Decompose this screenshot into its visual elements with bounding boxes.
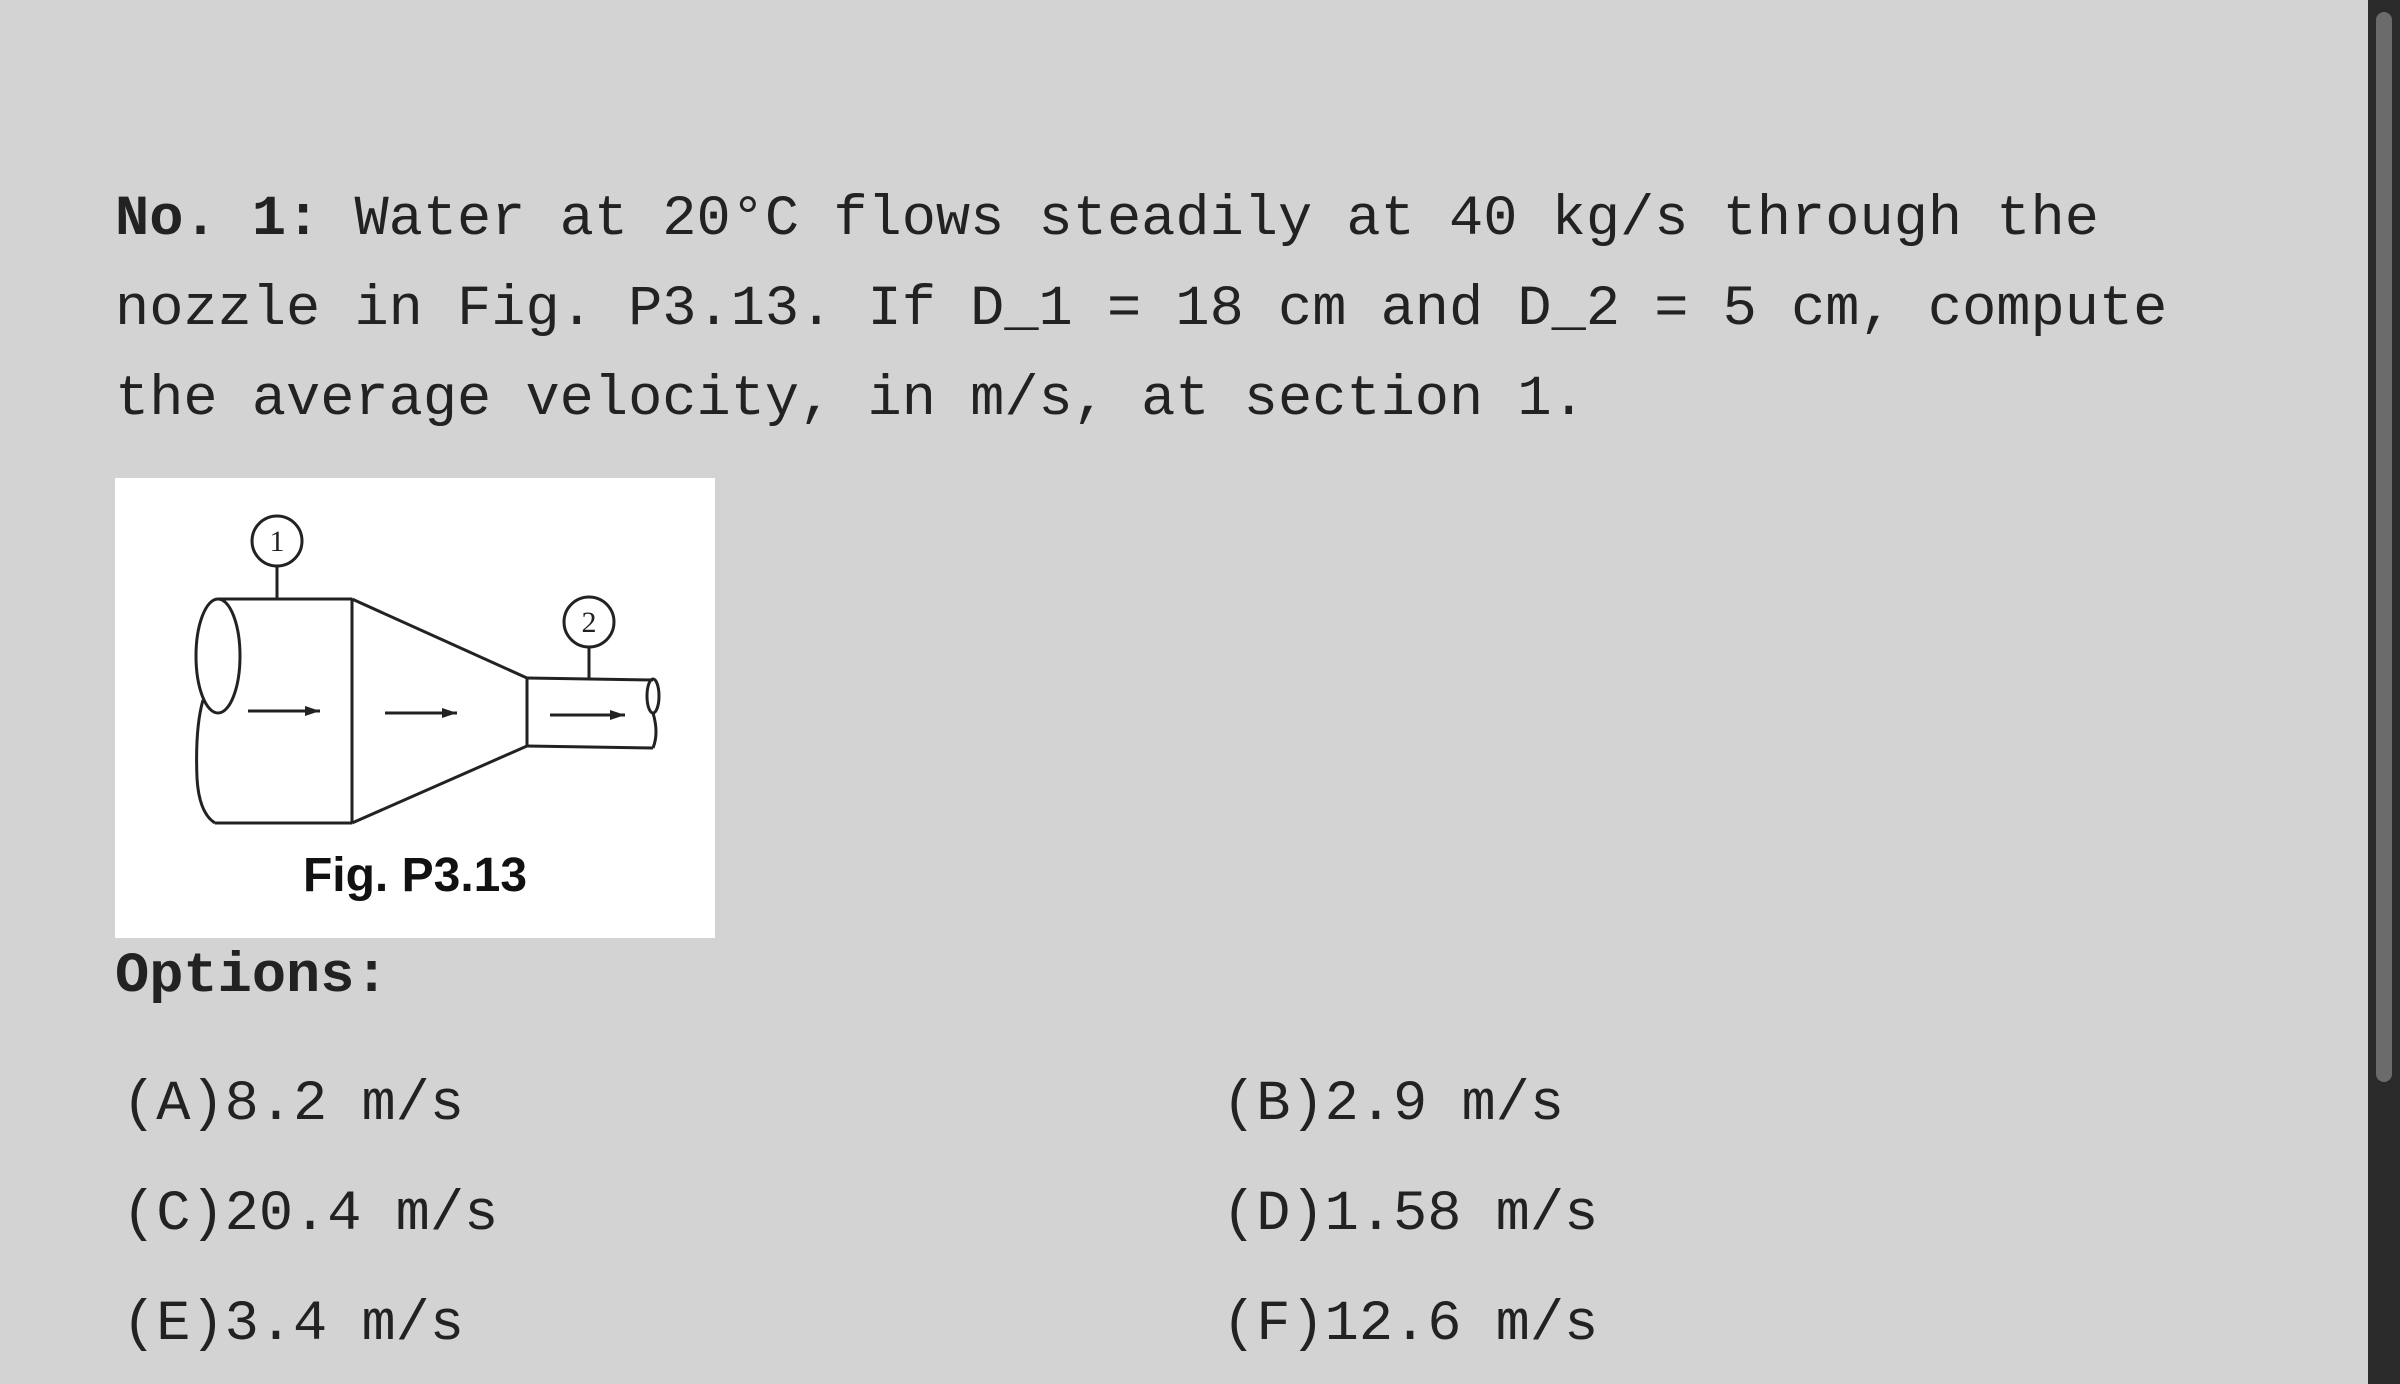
section-2-label: 2 xyxy=(582,606,597,639)
section-1-label: 1 xyxy=(270,525,285,558)
option-letter: (D) xyxy=(1222,1183,1325,1247)
option-letter: (E) xyxy=(122,1293,225,1357)
option-text: 12.6 m/s xyxy=(1324,1293,1599,1357)
figure-caption: Fig. P3.13 xyxy=(302,849,528,902)
scrollbar-thumb[interactable] xyxy=(2376,12,2392,1082)
question-body: Water at 20°C flows steadily at 40 kg/s … xyxy=(115,188,2202,432)
option-a[interactable]: (A)8.2 m/s xyxy=(122,1070,464,1140)
option-letter: (F) xyxy=(1222,1293,1325,1357)
nozzle-figure: 1 2 Fig. P3.13 xyxy=(115,478,715,938)
question-text: No. 1: Water at 20°C flows steadily at 4… xyxy=(115,175,2295,445)
option-text: 8.2 m/s xyxy=(224,1073,465,1137)
option-c[interactable]: (C)20.4 m/s xyxy=(122,1180,498,1250)
vertical-scrollbar[interactable] xyxy=(2368,0,2400,1384)
option-letter: (C) xyxy=(122,1183,225,1247)
option-letter: (B) xyxy=(1222,1073,1325,1137)
option-letter: (A) xyxy=(122,1073,225,1137)
question-number: No. 1: xyxy=(115,188,321,252)
option-text: 3.4 m/s xyxy=(224,1293,465,1357)
option-f[interactable]: (F)12.6 m/s xyxy=(1222,1290,1598,1360)
option-text: 2.9 m/s xyxy=(1324,1073,1565,1137)
option-text: 1.58 m/s xyxy=(1324,1183,1599,1247)
option-b[interactable]: (B)2.9 m/s xyxy=(1222,1070,1564,1140)
option-text: 20.4 m/s xyxy=(224,1183,499,1247)
option-d[interactable]: (D)1.58 m/s xyxy=(1222,1180,1598,1250)
option-e[interactable]: (E)3.4 m/s xyxy=(122,1290,464,1360)
question-block: No. 1: Water at 20°C flows steadily at 4… xyxy=(115,175,2295,445)
options-heading: Options: xyxy=(115,945,389,1009)
